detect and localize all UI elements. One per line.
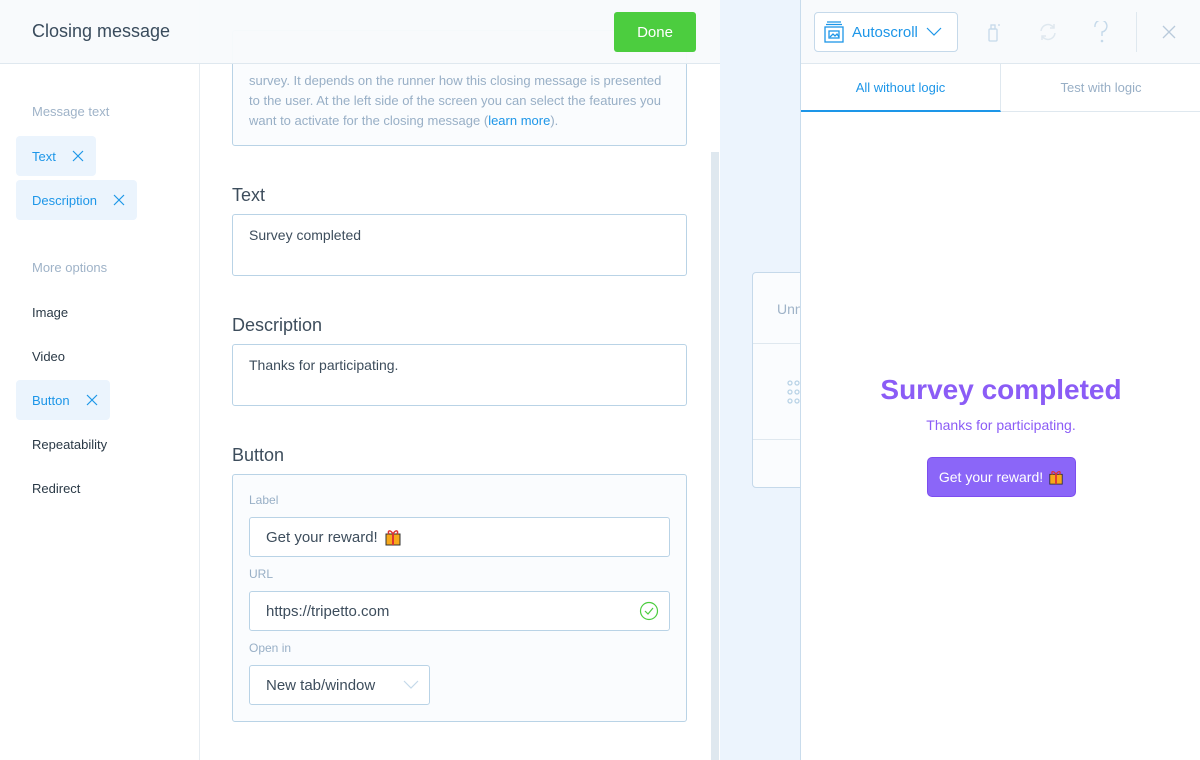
description-input[interactable]: Thanks for participating. [232, 344, 687, 406]
features-sidebar: Message text Text Description More optio… [0, 0, 200, 760]
done-button[interactable]: Done [614, 12, 696, 52]
description-heading: Description [232, 315, 323, 335]
section-label: Message text [32, 104, 110, 119]
feature-chip-text[interactable]: Text [16, 136, 96, 176]
text-heading: Text [232, 185, 266, 205]
valid-check-icon [639, 601, 659, 621]
section-label: More options [32, 260, 108, 275]
tab-all-without-logic[interactable]: All without logic [801, 64, 1001, 112]
url-input[interactable]: https://tripetto.com [249, 591, 670, 631]
option-redirect[interactable]: Redirect [32, 481, 80, 496]
button-label-input[interactable]: Get your reward! [249, 517, 670, 557]
gift-icon [1049, 471, 1063, 485]
chip-label: Description [32, 192, 98, 208]
open-in-select[interactable]: New tab/window [249, 665, 430, 705]
close-icon[interactable] [72, 150, 84, 162]
clear-spray-icon[interactable] [987, 22, 1003, 42]
autoscroll-icon [824, 21, 844, 43]
label-value: Get your reward! [266, 528, 378, 546]
explanation-text: to the user. At the left side of the scr… [249, 93, 661, 108]
chevron-down-icon [926, 27, 942, 36]
close-icon[interactable] [86, 394, 98, 406]
preview-description: Thanks for participating. [926, 417, 1076, 433]
button-label: Get your reward! [938, 469, 1044, 485]
drag-handle-icon[interactable] [787, 380, 801, 406]
button-heading: Button [232, 445, 285, 465]
preview-panel: Autoscroll All without logic Test with l… [800, 0, 1200, 760]
tab-test-with-logic[interactable]: Test with logic [1001, 64, 1200, 112]
close-icon[interactable] [113, 194, 125, 206]
url-label: URL [249, 567, 274, 581]
preview-title: Survey completed [880, 374, 1122, 405]
preview-toolbar: Autoscroll [801, 0, 1200, 64]
reset-icon[interactable] [1038, 22, 1058, 42]
help-icon[interactable] [1093, 21, 1109, 43]
option-video[interactable]: Video [32, 349, 65, 364]
card-text: Unn [777, 301, 803, 317]
open-in-label: Open in [249, 641, 292, 655]
feature-chip-description[interactable]: Description [16, 180, 138, 220]
option-repeatability[interactable]: Repeatability [32, 437, 107, 452]
autoscroll-label: Autoscroll [852, 23, 918, 41]
option-image[interactable]: Image [32, 305, 68, 320]
open-in-value: New tab/window [266, 676, 376, 694]
header: Closing message Done [0, 0, 720, 64]
chip-label: Button [32, 392, 70, 408]
text-input[interactable]: Survey completed [232, 214, 687, 276]
feature-chip-button[interactable]: Button [16, 380, 110, 420]
scrollbar[interactable] [711, 152, 719, 760]
gift-icon [385, 530, 401, 546]
page-title: Closing message [32, 21, 171, 41]
learn-more-link[interactable]: learn more [488, 113, 550, 128]
explanation-text: ). [550, 113, 559, 128]
close-icon[interactable] [1162, 25, 1176, 39]
explanation-text: survey. It depends on the runner how thi… [249, 73, 662, 88]
url-value: https://tripetto.com [266, 602, 390, 620]
chevron-down-icon [403, 680, 419, 689]
autoscroll-dropdown[interactable]: Autoscroll [814, 12, 958, 52]
label-label: Label [249, 493, 279, 507]
chip-label: Text [32, 148, 56, 164]
explanation-text: want to activate for the closing message… [249, 113, 489, 128]
preview-reward-button[interactable]: Get your reward! [927, 457, 1076, 497]
